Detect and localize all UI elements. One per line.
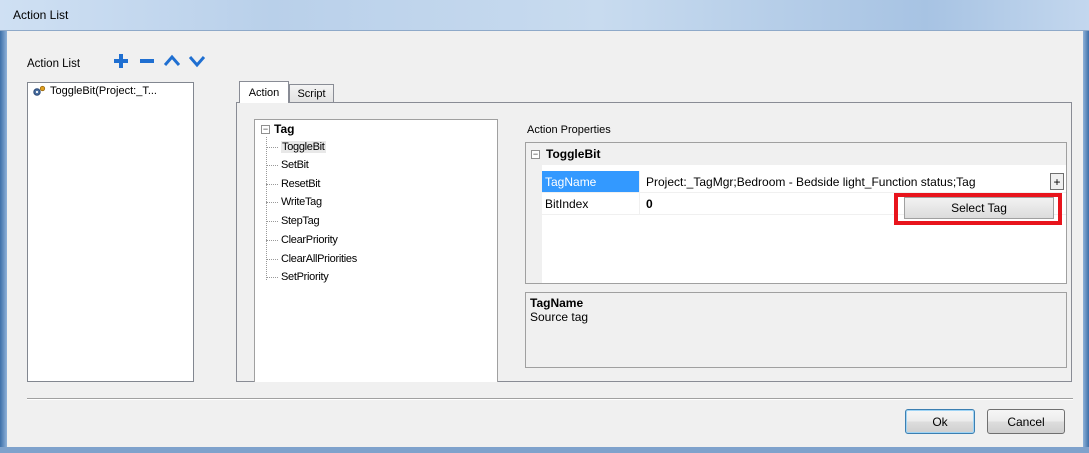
window-frame-bottom: [0, 447, 1089, 453]
tree-root-tag[interactable]: − Tag: [261, 122, 294, 136]
move-down-icon[interactable]: [188, 51, 206, 71]
tab-label: Action: [248, 86, 280, 99]
tree-item-label: ToggleBit: [281, 141, 326, 153]
description-title: TagName: [530, 296, 584, 310]
property-name[interactable]: TagName: [542, 171, 640, 192]
tree-item-label: StepTag: [281, 215, 320, 227]
tree-item-label: WriteTag: [281, 196, 322, 208]
move-up-icon[interactable]: [163, 51, 181, 71]
list-item-label: ToggleBit(Project:_T...: [50, 85, 157, 97]
property-gutter: [526, 165, 542, 283]
action-properties-label: Action Properties: [527, 124, 611, 136]
plus-icon[interactable]: +: [1050, 173, 1064, 190]
window-title: Action List: [13, 8, 69, 22]
ok-button[interactable]: Ok: [905, 409, 975, 434]
tree-item-label: ClearAllPriorities: [281, 253, 357, 265]
tree-root-label: Tag: [274, 122, 295, 136]
property-row-tagname[interactable]: TagName Project:_TagMgr;Bedroom - Bedsid…: [542, 171, 1066, 193]
tree-item-label: ClearPriority: [281, 234, 338, 246]
property-name[interactable]: BitIndex: [542, 193, 640, 214]
tree-item-resetbit[interactable]: ResetBit: [266, 176, 320, 192]
remove-icon[interactable]: [138, 51, 156, 71]
tab-script[interactable]: Script: [289, 84, 334, 103]
cancel-button[interactable]: Cancel: [987, 409, 1065, 434]
tree-item-setbit[interactable]: SetBit: [266, 157, 309, 173]
add-icon[interactable]: [112, 51, 130, 71]
tab-action[interactable]: Action: [239, 81, 289, 103]
divider: [27, 398, 1073, 400]
tree-item-setpriority[interactable]: SetPriority: [266, 269, 329, 285]
tree-item-clearpriority[interactable]: ClearPriority: [266, 232, 338, 248]
description-text: Source tag: [530, 310, 589, 324]
tree-item-label: SetBit: [281, 159, 309, 171]
window-frame-right: [1083, 31, 1089, 453]
title-bar[interactable]: Action List: [0, 0, 1089, 31]
action-list-box[interactable]: ToggleBit(Project:_T...: [27, 82, 194, 382]
tree-item-label: ResetBit: [281, 178, 321, 190]
collapse-icon[interactable]: −: [261, 124, 270, 134]
tree-item-writetag[interactable]: WriteTag: [266, 194, 322, 210]
property-description: TagName Source tag: [525, 292, 1067, 368]
action-tree[interactable]: − Tag ToggleBit SetBit ResetBit WriteTag…: [254, 119, 498, 382]
collapse-icon[interactable]: −: [531, 149, 540, 159]
tree-item-steptag[interactable]: StepTag: [266, 213, 320, 229]
tree-item-label: SetPriority: [281, 271, 329, 283]
property-value-tagname[interactable]: Project:_TagMgr;Bedroom - Bedside light_…: [642, 171, 1066, 192]
property-category[interactable]: − ToggleBit: [526, 143, 1066, 165]
tab-label: Script: [297, 88, 326, 100]
select-tag-button[interactable]: Select Tag: [904, 197, 1054, 219]
window-frame-left: [0, 31, 7, 453]
action-list-label: Action List: [27, 58, 81, 70]
tree-item-clearallpriorities[interactable]: ClearAllPriorities: [266, 251, 357, 267]
list-item[interactable]: ToggleBit(Project:_T...: [32, 85, 157, 97]
property-category-label: ToggleBit: [546, 147, 601, 161]
tree-item-togglebit[interactable]: ToggleBit: [266, 139, 326, 155]
gear-icon: [32, 85, 46, 97]
